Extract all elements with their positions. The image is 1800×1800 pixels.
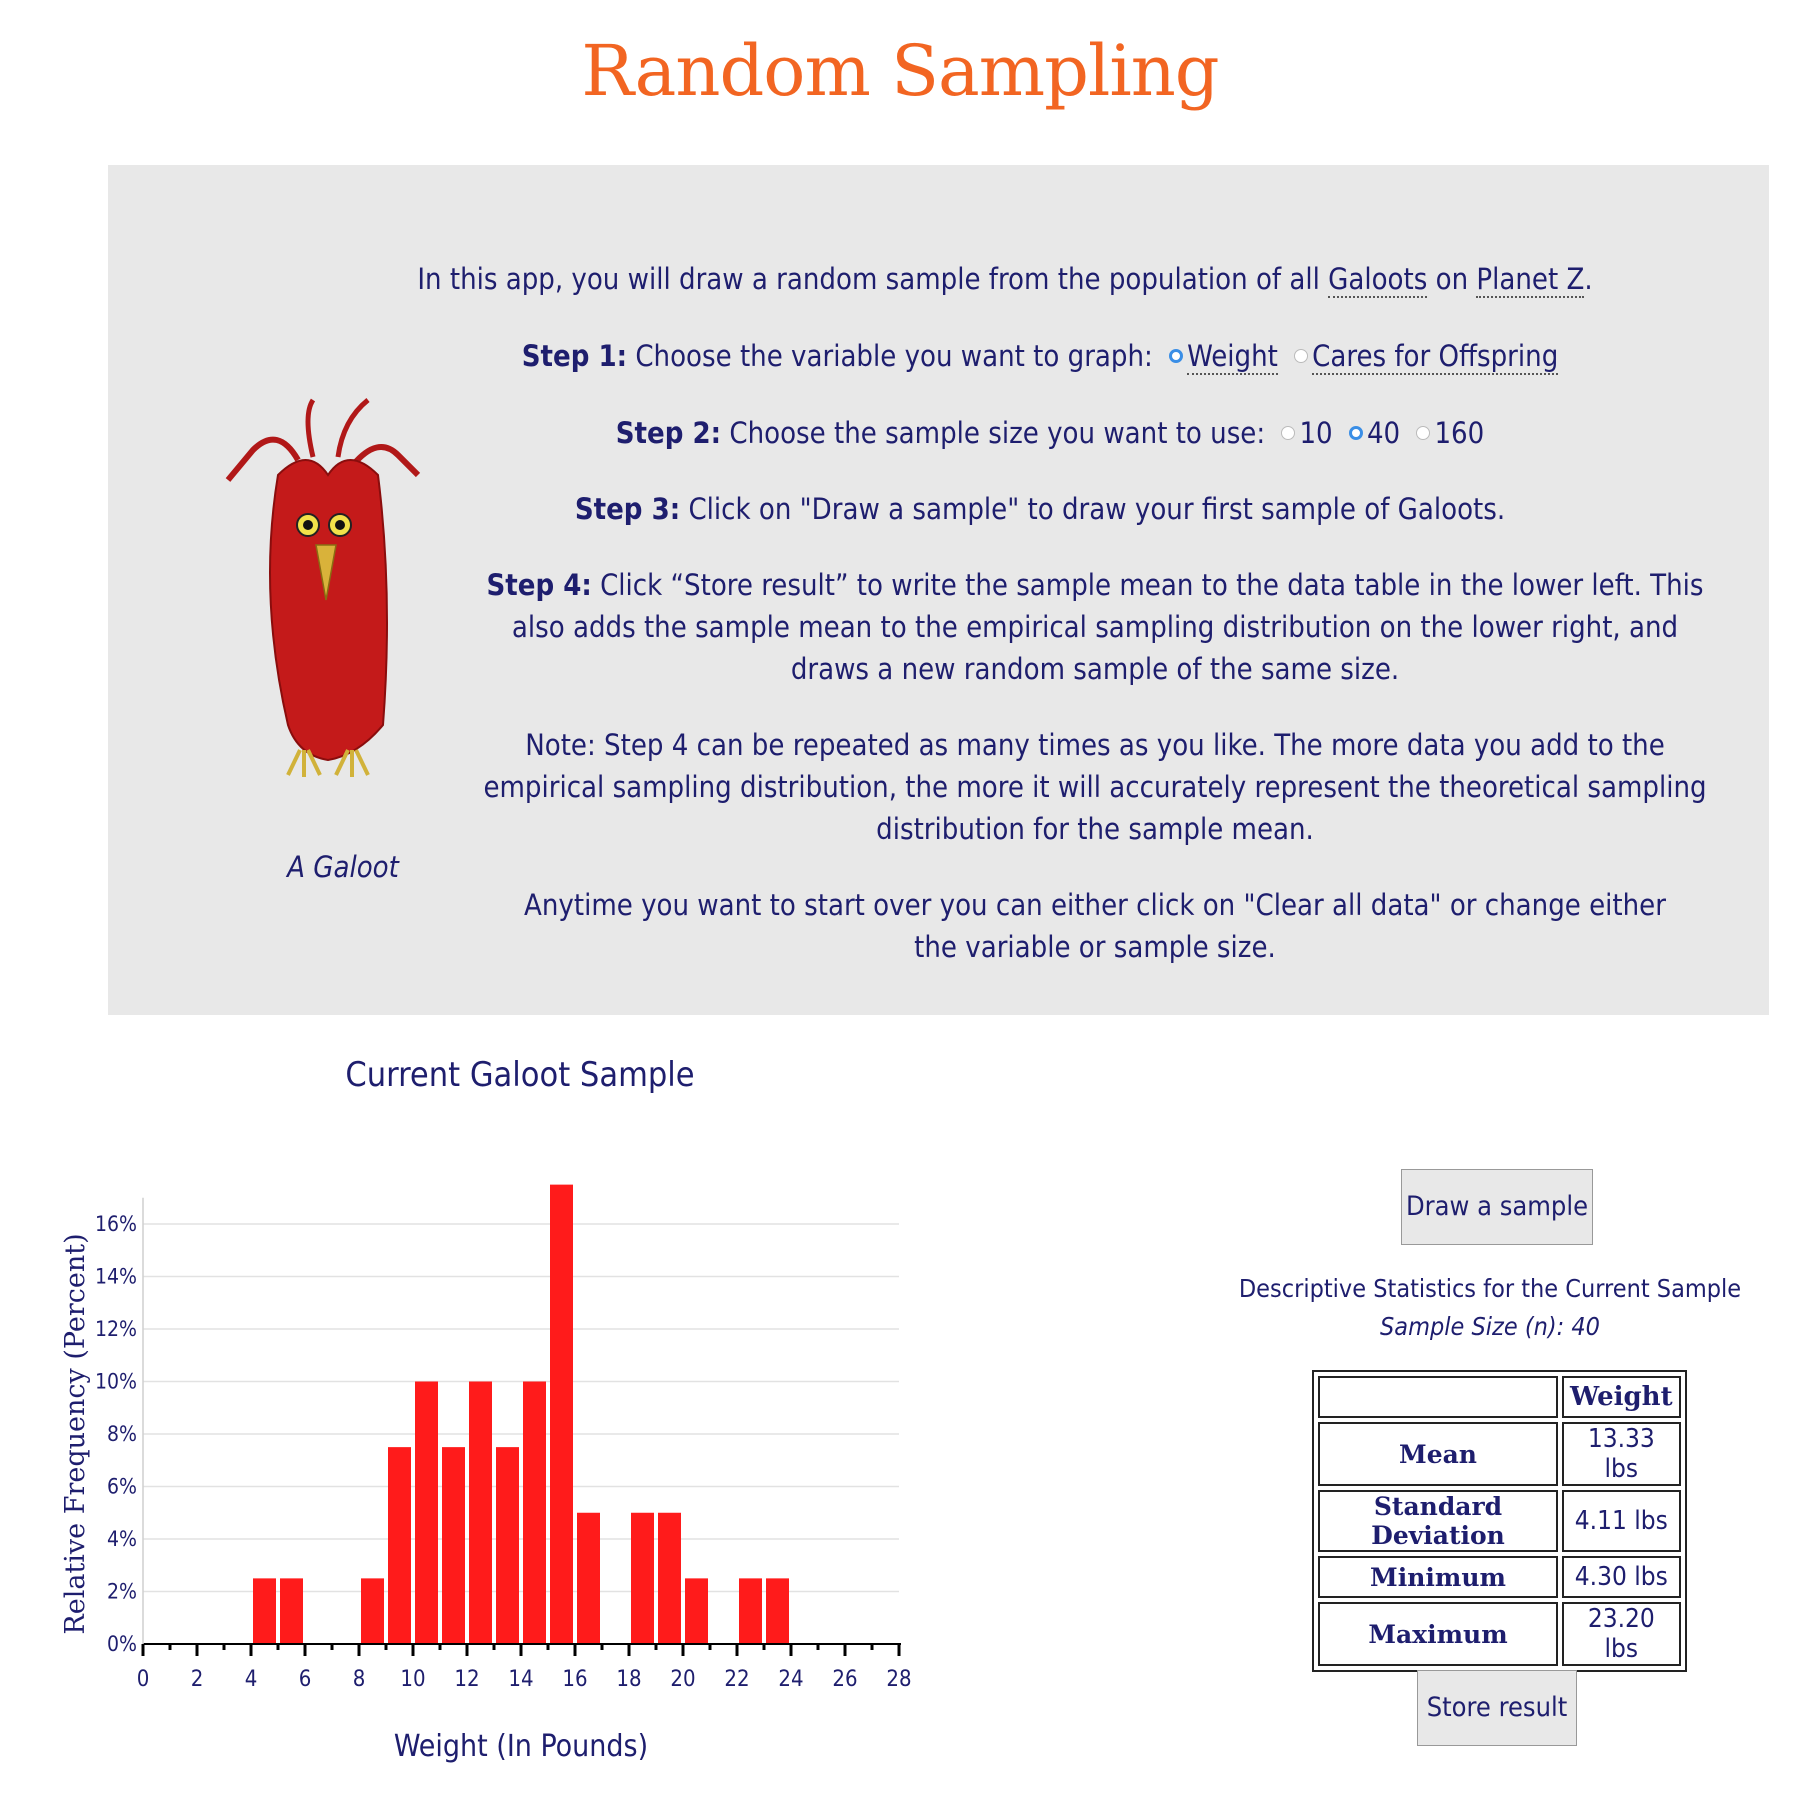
histogram-bar xyxy=(550,1184,573,1644)
x-tick-label: 2 xyxy=(191,1667,204,1692)
stats-row: Mean 13.33 lbs xyxy=(1318,1422,1681,1486)
y-tick-label: 8% xyxy=(107,1422,137,1446)
y-tick-label: 10% xyxy=(95,1370,137,1394)
x-tick-label: 20 xyxy=(670,1667,695,1692)
step2-label: Step 2: xyxy=(615,416,722,450)
stat-value: 4.11 lbs xyxy=(1562,1490,1681,1552)
histogram-bar xyxy=(739,1578,762,1644)
x-tick-label: 16 xyxy=(562,1667,587,1692)
histogram-bar xyxy=(496,1447,519,1644)
y-axis-label: Relative Frequency (Percent) xyxy=(60,1233,91,1634)
x-tick-label: 24 xyxy=(778,1667,803,1692)
stat-label: Maximum xyxy=(1318,1602,1558,1666)
step3-label: Step 3: xyxy=(574,492,681,526)
intro-line: In this app, you will draw a random samp… xyxy=(365,258,1645,300)
x-tick-label: 26 xyxy=(832,1667,857,1692)
stats-heading-block: Descriptive Statistics for the Current S… xyxy=(1220,1270,1760,1346)
histogram-bar xyxy=(631,1512,654,1644)
histogram-bar xyxy=(766,1578,789,1644)
planet-z-link[interactable]: Planet Z xyxy=(1476,262,1585,298)
stats-corner-cell xyxy=(1318,1376,1558,1418)
stats-row: Maximum 23.20 lbs xyxy=(1318,1602,1681,1666)
radio-size-10[interactable] xyxy=(1281,426,1296,440)
x-axis-label: Weight (In Pounds) xyxy=(394,1729,648,1764)
histogram-bar xyxy=(685,1578,708,1644)
stats-row: Minimum 4.30 lbs xyxy=(1318,1556,1681,1598)
stats-row: Standard Deviation 4.11 lbs xyxy=(1318,1490,1681,1552)
step4-label: Step 4: xyxy=(486,568,592,602)
histogram-bar xyxy=(442,1447,465,1644)
x-tick-label: 12 xyxy=(454,1667,479,1692)
step1-text: Choose the variable you want to graph: xyxy=(627,339,1162,373)
option-cares-label[interactable]: Cares for Offspring xyxy=(1312,339,1559,375)
stats-column-header: Weight xyxy=(1562,1376,1681,1418)
stats-heading: Descriptive Statistics for the Current S… xyxy=(1238,1274,1742,1303)
start-over-text: Anytime you want to start over you can e… xyxy=(524,888,1666,964)
y-tick-label: 16% xyxy=(95,1212,137,1236)
chart-title: Current Galoot Sample xyxy=(345,1055,695,1095)
histogram-bar xyxy=(280,1578,303,1644)
y-tick-label: 6% xyxy=(107,1475,137,1499)
x-tick-label: 0 xyxy=(137,1667,150,1692)
intro-text: In this app, you will draw a random samp… xyxy=(417,262,1329,296)
y-tick-label: 12% xyxy=(95,1317,137,1341)
x-tick-label: 4 xyxy=(245,1667,258,1692)
note-text: Note: Step 4 can be repeated as many tim… xyxy=(483,728,1707,846)
step2: Step 2: Choose the sample size you want … xyxy=(410,412,1690,454)
step2-text: Choose the sample size you want to use: xyxy=(721,416,1274,450)
x-tick-label: 22 xyxy=(724,1667,749,1692)
histogram-bar xyxy=(658,1512,681,1644)
radio-cares-for-offspring[interactable] xyxy=(1294,349,1309,363)
radio-size-40[interactable] xyxy=(1348,426,1363,440)
stats-header-row: Weight xyxy=(1318,1376,1681,1418)
y-tick-label: 2% xyxy=(107,1580,137,1604)
histogram-bar xyxy=(469,1381,492,1644)
size-160-label[interactable]: 160 xyxy=(1434,416,1484,450)
x-tick-label: 18 xyxy=(616,1667,641,1692)
step1-label: Step 1: xyxy=(521,339,628,373)
histogram-chart: 0%2%4%6%8%10%12%14%16%0 2 4 6 8 10 12 14 16 18 20 2… xyxy=(60,1184,912,1764)
y-tick-label: 0% xyxy=(107,1632,137,1656)
y-tick-label: 4% xyxy=(107,1527,137,1551)
option-weight-label[interactable]: Weight xyxy=(1187,339,1278,375)
size-40-label[interactable]: 40 xyxy=(1367,416,1400,450)
histogram-bar xyxy=(415,1381,438,1644)
y-tick-label: 14% xyxy=(95,1265,137,1289)
draw-sample-button[interactable]: Draw a sample xyxy=(1401,1169,1593,1245)
stats-table: Weight Mean 13.33 lbs Standard Deviation… xyxy=(1312,1370,1687,1672)
intro-text: on xyxy=(1427,262,1477,296)
x-tick-label: 8 xyxy=(353,1667,366,1692)
sample-size: Sample Size (n): 40 xyxy=(1380,1312,1600,1341)
x-tick-label: 10 xyxy=(400,1667,425,1692)
radio-weight[interactable] xyxy=(1169,349,1184,363)
step3: Step 3: Click on "Draw a sample" to draw… xyxy=(400,488,1680,530)
stat-label: Mean xyxy=(1318,1422,1558,1486)
step4: Step 4: Click “Store result” to write th… xyxy=(480,564,1710,690)
stat-value: 4.30 lbs xyxy=(1562,1556,1681,1598)
histogram-bar xyxy=(523,1381,546,1644)
x-tick-label: 6 xyxy=(299,1667,312,1692)
intro-text: . xyxy=(1584,262,1593,296)
stat-label: Standard Deviation xyxy=(1318,1490,1558,1552)
x-tick-label: 14 xyxy=(508,1667,533,1692)
radio-size-160[interactable] xyxy=(1416,426,1431,440)
step3-text: Click on "Draw a sample" to draw your fi… xyxy=(680,492,1506,526)
step4-text: Click “Store result” to write the sample… xyxy=(511,568,1704,686)
page-title: Random Sampling xyxy=(581,30,1219,112)
stat-value: 23.20 lbs xyxy=(1562,1602,1681,1666)
store-result-button[interactable]: Store result xyxy=(1417,1670,1577,1746)
histogram-bar xyxy=(253,1578,276,1644)
stat-label: Minimum xyxy=(1318,1556,1558,1598)
size-10-label[interactable]: 10 xyxy=(1299,416,1332,450)
stat-value: 13.33 lbs xyxy=(1562,1422,1681,1486)
histogram-bar xyxy=(577,1512,600,1644)
histogram-bar xyxy=(361,1578,384,1644)
galoots-link[interactable]: Galoots xyxy=(1328,262,1428,298)
step1: Step 1: Choose the variable you want to … xyxy=(400,335,1680,377)
galoot-caption: A Galoot xyxy=(287,850,399,884)
histogram-bar xyxy=(388,1447,411,1644)
x-tick-label: 28 xyxy=(886,1667,911,1692)
